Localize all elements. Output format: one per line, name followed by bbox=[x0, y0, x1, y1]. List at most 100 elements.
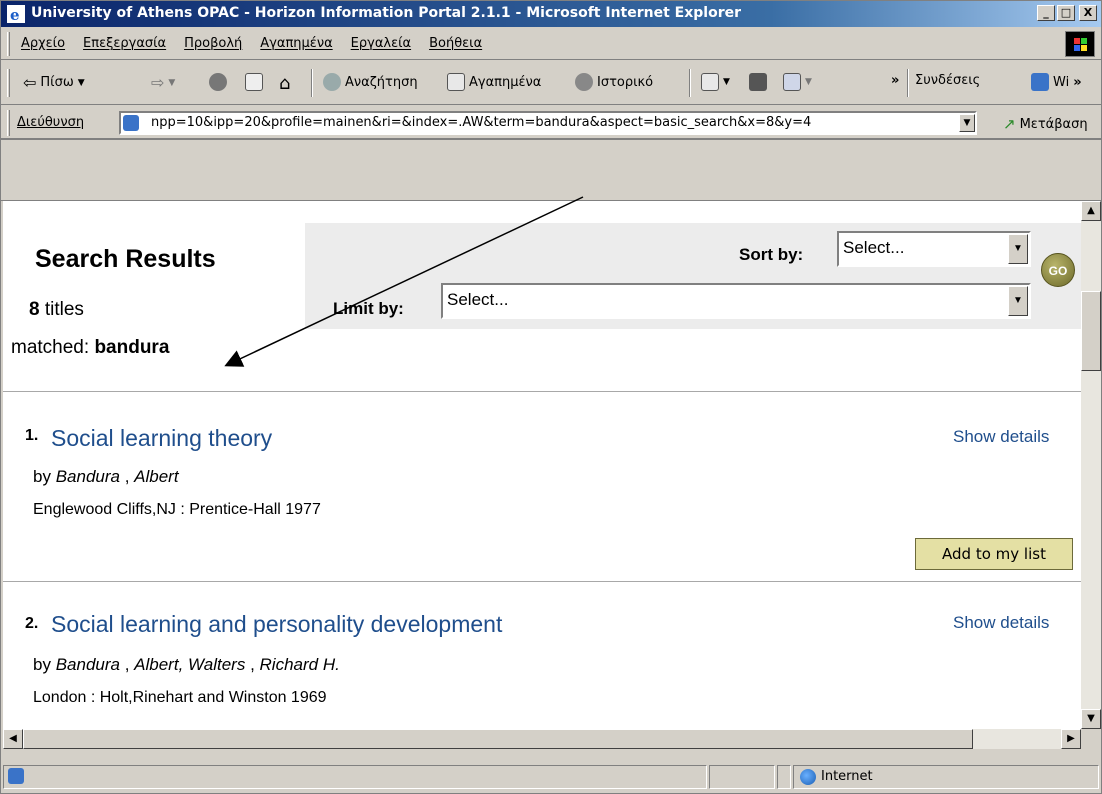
limit-dropdown-arrow-icon[interactable]: ▼ bbox=[1008, 286, 1028, 316]
ie-page-status-icon bbox=[8, 768, 24, 784]
by-prefix: by bbox=[33, 467, 51, 486]
ie-page-icon bbox=[1031, 73, 1049, 91]
refresh-icon bbox=[245, 73, 263, 91]
result-title-link[interactable]: Social learning and personality developm… bbox=[51, 611, 502, 638]
menu-items: Αρχείο Επεξεργασία Προβολή Αγαπημένα Εργ… bbox=[21, 36, 482, 51]
mail-dropdown-icon[interactable]: ▼ bbox=[723, 77, 730, 87]
result-title-link[interactable]: Social learning theory bbox=[51, 425, 272, 452]
history-button[interactable]: Ιστορικό bbox=[575, 73, 653, 91]
scroll-right-arrow-icon[interactable]: ▶ bbox=[1061, 729, 1081, 749]
menu-view[interactable]: Προβολή bbox=[184, 36, 242, 51]
sort-dropdown-arrow-icon[interactable]: ▼ bbox=[1008, 234, 1028, 264]
favorites-label: Αγαπημένα bbox=[469, 74, 542, 90]
back-button[interactable]: ⇦ Πίσω ▼ bbox=[23, 73, 85, 92]
show-details-link[interactable]: Show details bbox=[953, 613, 1049, 633]
sort-select[interactable]: Select... ▼ bbox=[837, 231, 1031, 267]
favorites-icon bbox=[447, 73, 465, 91]
menu-favorites[interactable]: Αγαπημένα bbox=[260, 36, 332, 51]
word-dropdown-icon[interactable]: ▼ bbox=[805, 77, 812, 87]
result-count-number: 8 bbox=[29, 299, 40, 320]
search-icon bbox=[323, 73, 341, 91]
page-title: Search Results bbox=[35, 245, 216, 273]
print-icon bbox=[749, 73, 767, 91]
result-author: by Bandura , Albert, Walters , Richard H… bbox=[33, 655, 340, 674]
address-label: Διεύθυνση bbox=[17, 115, 85, 130]
author-link[interactable]: Albert bbox=[134, 467, 178, 486]
menu-file[interactable]: Αρχείο bbox=[21, 36, 65, 51]
minimize-button[interactable]: _ bbox=[1037, 5, 1055, 21]
vertical-scroll-thumb[interactable] bbox=[1081, 291, 1101, 371]
horizontal-scroll-thumb[interactable] bbox=[23, 729, 973, 749]
address-bar: Διεύθυνση npp=10&ipp=20&profile=mainen&r… bbox=[1, 106, 1101, 140]
author-link[interactable]: Bandura bbox=[56, 467, 120, 486]
wi-label: Wi bbox=[1053, 74, 1070, 90]
go-button[interactable]: ↗ Μετάβαση bbox=[1003, 115, 1088, 133]
links-wi-item[interactable]: Wi » bbox=[1031, 73, 1082, 91]
author-link[interactable]: Walters bbox=[188, 655, 245, 674]
windows-flag-icon bbox=[1065, 31, 1095, 57]
forward-dropdown-icon[interactable]: ▼ bbox=[168, 78, 175, 88]
mail-button[interactable]: ▼ bbox=[701, 73, 730, 91]
status-zone-label: Internet bbox=[821, 769, 873, 784]
matched-term: matched: bandura bbox=[11, 337, 169, 359]
favorites-button[interactable]: Αγαπημένα bbox=[447, 73, 541, 91]
scroll-left-arrow-icon[interactable]: ◀ bbox=[3, 729, 23, 749]
vertical-scrollbar[interactable]: ▲ ▼ bbox=[1081, 201, 1101, 729]
show-details-link[interactable]: Show details bbox=[953, 427, 1049, 447]
result-number: 1. bbox=[25, 427, 39, 444]
history-label: Ιστορικό bbox=[597, 74, 654, 90]
close-button[interactable]: X bbox=[1079, 5, 1097, 21]
author-link[interactable]: Richard H. bbox=[260, 655, 340, 674]
divider bbox=[3, 391, 1081, 392]
word-button[interactable]: ▼ bbox=[783, 73, 812, 91]
links-label: Συνδέσεις bbox=[915, 73, 981, 88]
back-dropdown-icon[interactable]: ▼ bbox=[78, 78, 85, 88]
address-dropdown-arrow-icon[interactable]: ▼ bbox=[959, 114, 975, 132]
maximize-button[interactable]: □ bbox=[1057, 5, 1075, 21]
browser-window: e University of Athens OPAC - Horizon In… bbox=[0, 0, 1102, 794]
menu-edit[interactable]: Επεξεργασία bbox=[83, 36, 166, 51]
sort-select-value: Select... bbox=[843, 238, 905, 257]
home-icon: ⌂ bbox=[279, 73, 291, 94]
forward-button[interactable]: ⇨ ▼ bbox=[151, 73, 175, 92]
author-link[interactable]: Bandura bbox=[56, 655, 120, 674]
status-cell bbox=[777, 765, 791, 789]
links-button[interactable]: Συνδέσεις bbox=[915, 73, 980, 88]
search-label: Αναζήτηση bbox=[345, 74, 418, 90]
ie-logo-icon: e bbox=[7, 5, 25, 23]
refresh-button[interactable] bbox=[245, 73, 263, 91]
mail-icon bbox=[701, 73, 719, 91]
scroll-up-arrow-icon[interactable]: ▲ bbox=[1081, 201, 1101, 221]
menu-tools[interactable]: Εργαλεία bbox=[351, 36, 411, 51]
address-input[interactable]: npp=10&ipp=20&profile=mainen&ri=&index=.… bbox=[119, 111, 977, 135]
search-button[interactable]: Αναζήτηση bbox=[323, 73, 418, 91]
result-publication: London : Holt,Rinehart and Winston 1969 bbox=[33, 689, 327, 706]
title-bar: e University of Athens OPAC - Horizon In… bbox=[1, 1, 1101, 27]
add-to-list-button[interactable]: Add to my list bbox=[915, 538, 1073, 570]
stop-button[interactable] bbox=[209, 73, 227, 91]
go-label: Μετάβαση bbox=[1019, 116, 1088, 132]
matched-term-value: bandura bbox=[94, 337, 170, 358]
print-button[interactable] bbox=[749, 73, 767, 91]
back-label: Πίσω bbox=[40, 75, 74, 90]
internet-globe-icon bbox=[800, 769, 816, 785]
divider bbox=[3, 581, 1081, 582]
toolbar-grip bbox=[7, 69, 10, 97]
status-cell bbox=[709, 765, 775, 789]
home-button[interactable]: ⌂ bbox=[279, 73, 290, 94]
back-arrow-icon: ⇦ bbox=[23, 73, 37, 92]
scroll-down-arrow-icon[interactable]: ▼ bbox=[1081, 709, 1101, 729]
menu-help[interactable]: Βοήθεια bbox=[429, 36, 482, 51]
limit-select[interactable]: Select... ▼ bbox=[441, 283, 1031, 319]
author-link[interactable]: Albert, bbox=[134, 655, 183, 674]
horizontal-scrollbar[interactable]: ◀ ▶ bbox=[3, 729, 1081, 749]
toolbar-separator bbox=[689, 69, 691, 97]
limit-select-value: Select... bbox=[447, 290, 509, 309]
links-chevron[interactable]: » bbox=[1073, 75, 1081, 90]
toolbar-separator bbox=[311, 69, 313, 97]
go-circle-button[interactable]: GO bbox=[1041, 253, 1075, 287]
result-count-text: titles bbox=[44, 299, 84, 320]
by-prefix: by bbox=[33, 655, 51, 674]
toolbar-chevron[interactable]: » bbox=[891, 73, 899, 88]
history-icon bbox=[575, 73, 593, 91]
